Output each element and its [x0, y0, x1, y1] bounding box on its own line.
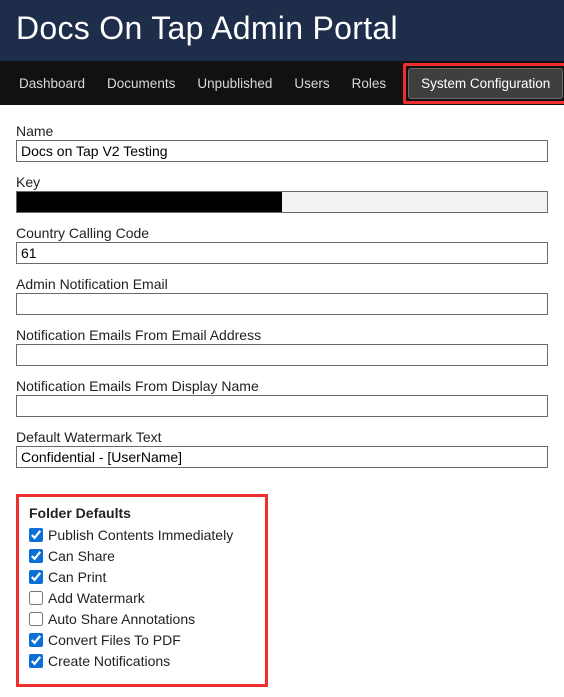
input-admin-email[interactable] [16, 293, 548, 315]
input-from-display[interactable] [16, 395, 548, 417]
label-from-display: Notification Emails From Display Name [16, 378, 548, 394]
app-header: Docs On Tap Admin Portal [0, 0, 564, 61]
nav-users[interactable]: Users [285, 70, 338, 97]
nav-roles[interactable]: Roles [343, 70, 396, 97]
input-name[interactable] [16, 140, 548, 162]
nav-unpublished[interactable]: Unpublished [188, 70, 281, 97]
nav-documents[interactable]: Documents [98, 70, 184, 97]
app-title: Docs On Tap Admin Portal [16, 10, 548, 47]
key-empty [282, 191, 548, 213]
label-country-code: Country Calling Code [16, 225, 548, 241]
label-auto-share-annotations[interactable]: Auto Share Annotations [48, 611, 195, 627]
label-publish-immediately[interactable]: Publish Contents Immediately [48, 527, 233, 543]
label-watermark: Default Watermark Text [16, 429, 548, 445]
check-can-share[interactable] [29, 549, 43, 563]
key-field [16, 191, 548, 213]
check-auto-share-annotations[interactable] [29, 612, 43, 626]
highlight-system-config: System Configuration [403, 63, 564, 104]
label-convert-pdf[interactable]: Convert Files To PDF [48, 632, 181, 648]
label-name: Name [16, 123, 548, 139]
key-redacted [16, 191, 282, 213]
content-area: Name Key Country Calling Code Admin Noti… [0, 105, 564, 697]
check-add-watermark[interactable] [29, 591, 43, 605]
check-can-print[interactable] [29, 570, 43, 584]
folder-defaults-title: Folder Defaults [29, 505, 255, 521]
input-country-code[interactable] [16, 242, 548, 264]
label-add-watermark[interactable]: Add Watermark [48, 590, 145, 606]
nav-dashboard[interactable]: Dashboard [10, 70, 94, 97]
label-create-notifications[interactable]: Create Notifications [48, 653, 170, 669]
check-create-notifications[interactable] [29, 654, 43, 668]
main-navbar: Dashboard Documents Unpublished Users Ro… [0, 61, 564, 105]
folder-defaults-section: Folder Defaults Publish Contents Immedia… [16, 494, 268, 687]
label-from-email: Notification Emails From Email Address [16, 327, 548, 343]
label-admin-email: Admin Notification Email [16, 276, 548, 292]
check-publish-immediately[interactable] [29, 528, 43, 542]
check-convert-pdf[interactable] [29, 633, 43, 647]
input-watermark[interactable] [16, 446, 548, 468]
label-key: Key [16, 174, 548, 190]
nav-system-configuration[interactable]: System Configuration [408, 68, 563, 99]
label-can-print[interactable]: Can Print [48, 569, 106, 585]
input-from-email[interactable] [16, 344, 548, 366]
label-can-share[interactable]: Can Share [48, 548, 115, 564]
